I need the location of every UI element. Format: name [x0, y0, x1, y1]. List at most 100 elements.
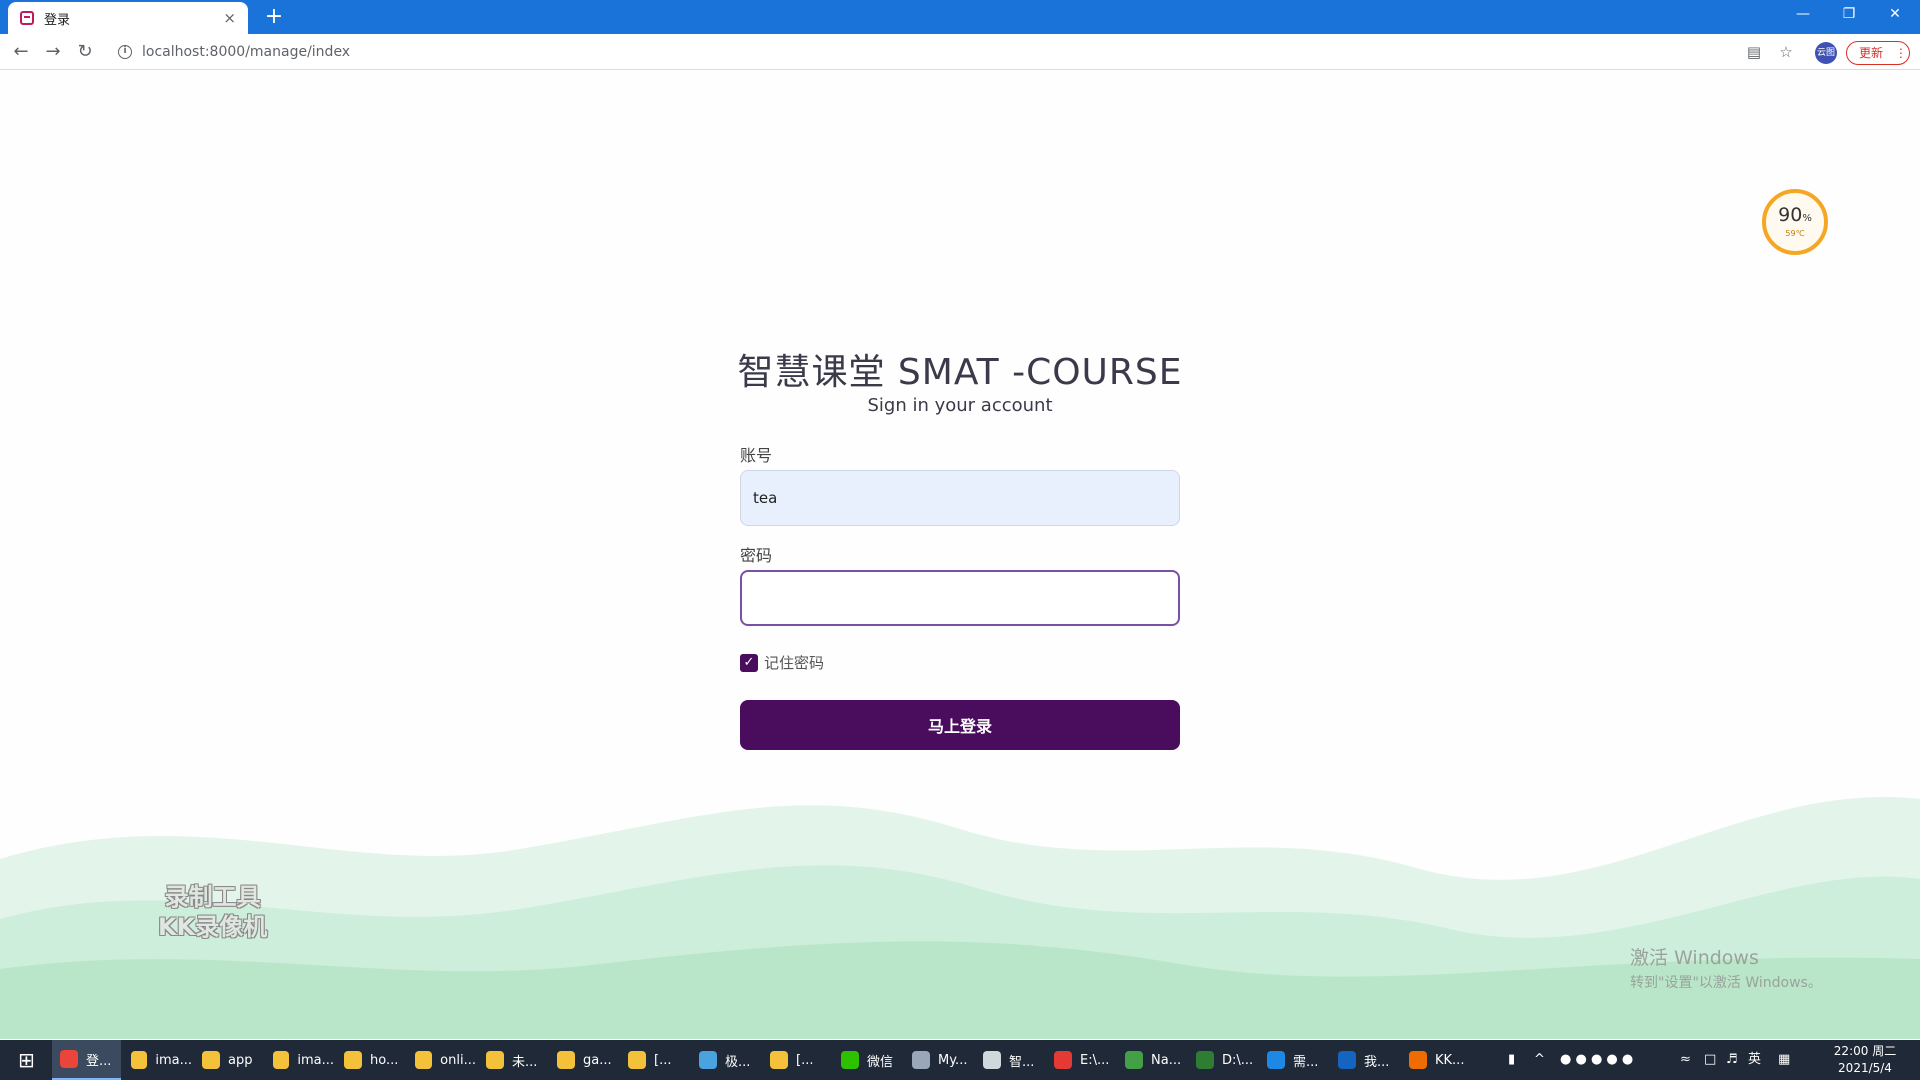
taskbar-item-label: app	[228, 1052, 253, 1068]
app-icon	[1338, 1051, 1356, 1069]
app-icon	[131, 1051, 148, 1069]
taskbar-item[interactable]: ho...	[336, 1040, 405, 1080]
tray-apps-icon[interactable]: ● ● ● ● ●	[1560, 1040, 1633, 1080]
app-icon	[628, 1051, 646, 1069]
network-icon[interactable]: ≈	[1680, 1040, 1691, 1080]
app-icon	[557, 1051, 575, 1069]
taskbar-item[interactable]: 登...	[52, 1040, 121, 1080]
profile-avatar[interactable]: 云图	[1815, 42, 1837, 64]
watermark-line2: KK录像机	[158, 913, 268, 941]
windows-start-icon[interactable]: ⊞	[10, 1040, 50, 1080]
minimize-icon[interactable]: —	[1780, 0, 1826, 30]
taskbar-item[interactable]: ga...	[549, 1040, 618, 1080]
app-icon	[344, 1051, 362, 1069]
taskbar-item-label: E:\...	[1080, 1052, 1110, 1068]
update-label: 更新	[1859, 46, 1884, 60]
update-button[interactable]: 更新 ⋮	[1846, 41, 1910, 65]
taskbar-item[interactable]: 我...	[1330, 1040, 1399, 1080]
background-hills	[0, 797, 1920, 1039]
taskbar-item-label: [...	[796, 1052, 814, 1068]
recorder-watermark: 录制工具 KK录像机	[158, 882, 267, 942]
taskbar-item-label: onli...	[440, 1052, 476, 1068]
page-title: 智慧课堂 SMAT -COURSE	[737, 352, 1183, 393]
bookmark-star-icon[interactable]: ☆	[1776, 42, 1796, 62]
taskbar-item[interactable]: D:\...	[1188, 1040, 1257, 1080]
account-input[interactable]	[740, 470, 1180, 526]
taskbar-item[interactable]: Na...	[1117, 1040, 1186, 1080]
app-icon	[273, 1051, 290, 1069]
taskbar-item[interactable]: My...	[904, 1040, 973, 1080]
taskbar-item[interactable]: ima...	[265, 1040, 334, 1080]
tab-title: 登录	[44, 12, 71, 28]
temp-percent-wrap: 90%	[1766, 205, 1824, 229]
taskbar-item[interactable]: 需...	[1259, 1040, 1328, 1080]
cpu-temperature-widget[interactable]: 90% 59℃	[1762, 189, 1828, 255]
taskbar-item-label: KK...	[1435, 1052, 1465, 1068]
taskbar-item-label: My...	[938, 1052, 968, 1068]
app-icon	[60, 1050, 78, 1068]
clock-time: 22:00 周二	[1833, 1044, 1897, 1058]
close-window-icon[interactable]: ✕	[1872, 0, 1918, 30]
remember-label: 记住密码	[764, 654, 825, 672]
app-icon	[415, 1051, 433, 1069]
temp-percent: 90	[1778, 204, 1803, 226]
taskbar-item[interactable]: 未...	[478, 1040, 547, 1080]
taskbar-item-label: 我...	[1364, 1054, 1390, 1070]
taskbar-item[interactable]: KK...	[1401, 1040, 1470, 1080]
temp-percent-unit: %	[1802, 213, 1812, 224]
taskbar-item[interactable]: 微信	[833, 1040, 902, 1080]
app-icon	[912, 1051, 930, 1069]
temp-value: 59℃	[1785, 229, 1805, 238]
ime-indicator[interactable]: 英	[1748, 1040, 1761, 1080]
taskbar-item[interactable]: ima...	[123, 1040, 192, 1080]
app-icon	[1267, 1051, 1285, 1069]
new-tab-button[interactable]: +	[260, 4, 288, 32]
clock-date: 2021/5/4	[1838, 1061, 1892, 1075]
tab-close-icon[interactable]: ×	[223, 9, 236, 27]
browser-toolbar: ← → ↻ i localhost:8000/manage/index ▤ ☆ …	[0, 34, 1920, 70]
page-subtitle: Sign in your account	[867, 395, 1053, 416]
app-icon	[1054, 1051, 1072, 1069]
app-icon	[1196, 1051, 1214, 1069]
display-icon[interactable]: □	[1704, 1040, 1716, 1080]
input-grid-icon[interactable]: ▦	[1778, 1040, 1790, 1080]
remember-checkbox[interactable]: ✓	[740, 653, 758, 672]
taskbar-item[interactable]: 智...	[975, 1040, 1044, 1080]
more-menu-icon[interactable]: ⋮	[1895, 46, 1907, 60]
activation-line1: 激活 Windows	[1630, 947, 1759, 969]
info-icon[interactable]: i	[118, 45, 132, 59]
taskbar-item[interactable]: onli...	[407, 1040, 476, 1080]
browser-tab[interactable]: 登录 ×	[8, 2, 248, 34]
taskbar-item-label: 未...	[512, 1054, 538, 1070]
tray-expand-icon[interactable]: ^	[1534, 1040, 1545, 1080]
restore-icon[interactable]: ❐	[1826, 0, 1872, 30]
watermark-line1: 录制工具	[164, 883, 261, 911]
app-icon	[841, 1051, 859, 1069]
volume-icon[interactable]: ♬	[1726, 1040, 1738, 1080]
address-bar[interactable]: i localhost:8000/manage/index	[110, 38, 1750, 66]
app-icon	[770, 1051, 788, 1069]
taskbar-item-label: 微信	[867, 1054, 894, 1070]
app-icon	[486, 1051, 504, 1069]
battery-icon[interactable]: ▮	[1508, 1040, 1515, 1080]
taskbar-item[interactable]: 极...	[691, 1040, 760, 1080]
app-icon	[1125, 1051, 1143, 1069]
login-button[interactable]: 马上登录	[740, 700, 1180, 750]
page-content: 90% 59℃ 智慧课堂 SMAT -COURSE Sign in your a…	[0, 71, 1920, 1039]
password-input[interactable]	[740, 570, 1180, 626]
taskbar-item-label: ga...	[583, 1052, 612, 1068]
forward-icon[interactable]: →	[40, 39, 66, 65]
taskbar-item[interactable]: E:\...	[1046, 1040, 1115, 1080]
taskbar-item[interactable]: [...	[620, 1040, 689, 1080]
remember-password[interactable]: ✓ 记住密码	[740, 652, 824, 673]
system-clock[interactable]: 22:00 周二 2021/5/4	[1820, 1043, 1910, 1077]
taskbar-item[interactable]: app	[194, 1040, 263, 1080]
back-icon[interactable]: ←	[8, 39, 34, 65]
taskbar-item[interactable]: [...	[762, 1040, 831, 1080]
app-icon	[983, 1051, 1001, 1069]
translate-icon[interactable]: ▤	[1744, 42, 1764, 62]
taskbar-item-label: Na...	[1151, 1052, 1182, 1068]
taskbar: ⊞ 登... ima... app ima... ho... onli... 未... ga.…	[0, 1040, 1920, 1080]
reload-icon[interactable]: ↻	[72, 39, 98, 65]
taskbar-item-label: ho...	[370, 1052, 399, 1068]
